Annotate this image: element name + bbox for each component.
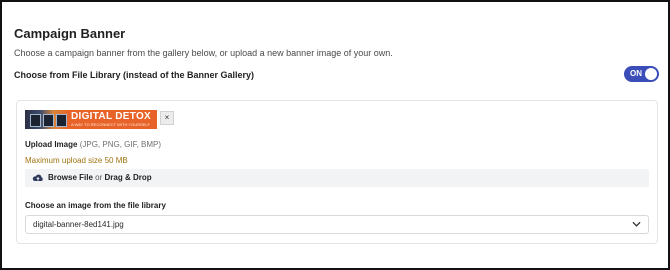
campaign-banner-panel: Campaign Banner Choose a campaign banner…: [0, 0, 670, 270]
cloud-upload-icon: [32, 174, 43, 181]
upload-image-label: Upload Image (JPG, PNG, GIF, BMP): [25, 140, 161, 149]
upload-image-title: Upload Image: [25, 140, 78, 149]
laptop-illustration: [56, 114, 67, 127]
file-library-select[interactable]: digital-banner-8ed141.jpg: [25, 215, 649, 234]
toggle-knob: [645, 68, 657, 80]
upload-file-types: (JPG, PNG, GIF, BMP): [79, 140, 162, 149]
drag-drop-label: Drag & Drop: [104, 173, 152, 182]
toggle-state-text: ON: [630, 69, 642, 78]
panel-title: Campaign Banner: [14, 26, 126, 41]
dropzone-or: or: [95, 173, 103, 182]
panel-description: Choose a campaign banner from the galler…: [14, 48, 393, 58]
selected-file: digital-banner-8ed141.jpg: [33, 220, 124, 229]
file-dropzone[interactable]: Browse File or Drag & Drop: [25, 169, 649, 187]
upload-card: DIGITAL DETOX A WAY TO RECONNECT WITH YO…: [16, 100, 658, 244]
file-library-label: Choose an image from the file library: [25, 201, 166, 210]
phone-illustration: [43, 114, 54, 127]
banner-preview-image: DIGITAL DETOX A WAY TO RECONNECT WITH YO…: [25, 110, 157, 129]
max-upload-size: Maximum upload size 50 MB: [25, 156, 128, 165]
file-library-toggle-label: Choose from File Library (instead of the…: [14, 70, 255, 80]
remove-banner-button[interactable]: ×: [160, 111, 174, 125]
banner-illustration: [25, 110, 69, 129]
chevron-down-icon: [632, 221, 641, 227]
browse-file-link[interactable]: Browse File: [48, 173, 93, 182]
dropzone-text: Browse File or Drag & Drop: [48, 173, 152, 182]
banner-headline: DIGITAL DETOX: [71, 111, 152, 122]
banner-subline: A WAY TO RECONNECT WITH YOURSELF: [71, 122, 150, 127]
file-library-toggle[interactable]: ON: [624, 66, 659, 82]
tablet-illustration: [30, 114, 41, 127]
